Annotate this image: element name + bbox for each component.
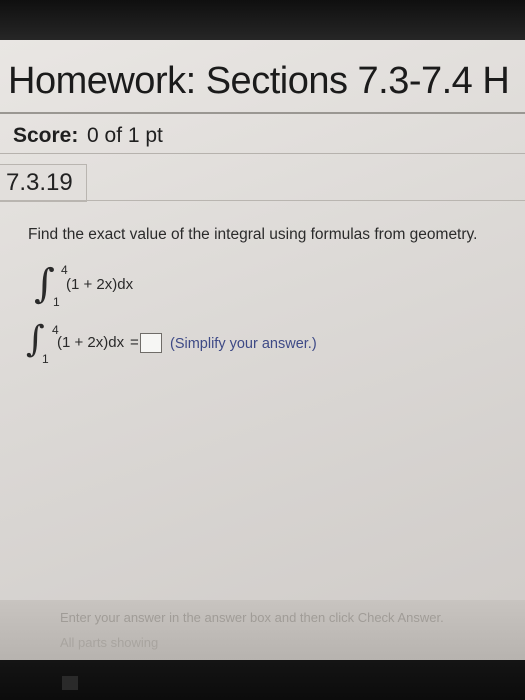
monitor-bezel xyxy=(0,0,525,40)
integral-lower-bound: 1 xyxy=(53,295,60,309)
section-number: 7.3.19 xyxy=(6,169,73,196)
equals-sign: = xyxy=(130,334,139,351)
answer-input[interactable] xyxy=(140,333,162,353)
integral-expression: ∫ 4 1 (1 + 2x)dx xyxy=(34,261,194,321)
score-value: 0 of 1 pt xyxy=(87,124,163,147)
integral-upper-bound: 4 xyxy=(61,263,68,277)
integrand: (1 + 2x)dx xyxy=(66,276,134,293)
simplify-hint: (Simplify your answer.) xyxy=(170,336,317,352)
score-label: Score: xyxy=(13,124,79,147)
question-panel: Find the exact value of the integral usi… xyxy=(0,200,525,661)
browser-screen: Homework: Sections 7.3-7.4 H Score: 0 of… xyxy=(0,40,525,660)
footer-status: All parts showing xyxy=(60,635,159,650)
title-bar: Homework: Sections 7.3-7.4 H xyxy=(0,52,525,114)
instruction-footer: Enter your answer in the answer box and … xyxy=(0,600,525,660)
windows-icon[interactable] xyxy=(62,676,78,690)
footer-instruction: Enter your answer in the answer box and … xyxy=(60,610,444,625)
taskbar xyxy=(0,660,525,700)
integral-sign: ∫ xyxy=(34,261,55,307)
question-instruction: Find the exact value of the integral usi… xyxy=(28,226,478,243)
answer-line: ∫ 4 1 (1 + 2x)dx = (Simplify your answer… xyxy=(26,319,506,379)
score-row: Score: 0 of 1 pt xyxy=(0,117,525,154)
integral-lower-bound: 1 xyxy=(42,352,49,366)
page-title: Homework: Sections 7.3-7.4 H xyxy=(8,60,510,102)
section-tab[interactable]: 7.3.19 xyxy=(0,164,87,202)
integrand: (1 + 2x)dx xyxy=(57,334,125,351)
